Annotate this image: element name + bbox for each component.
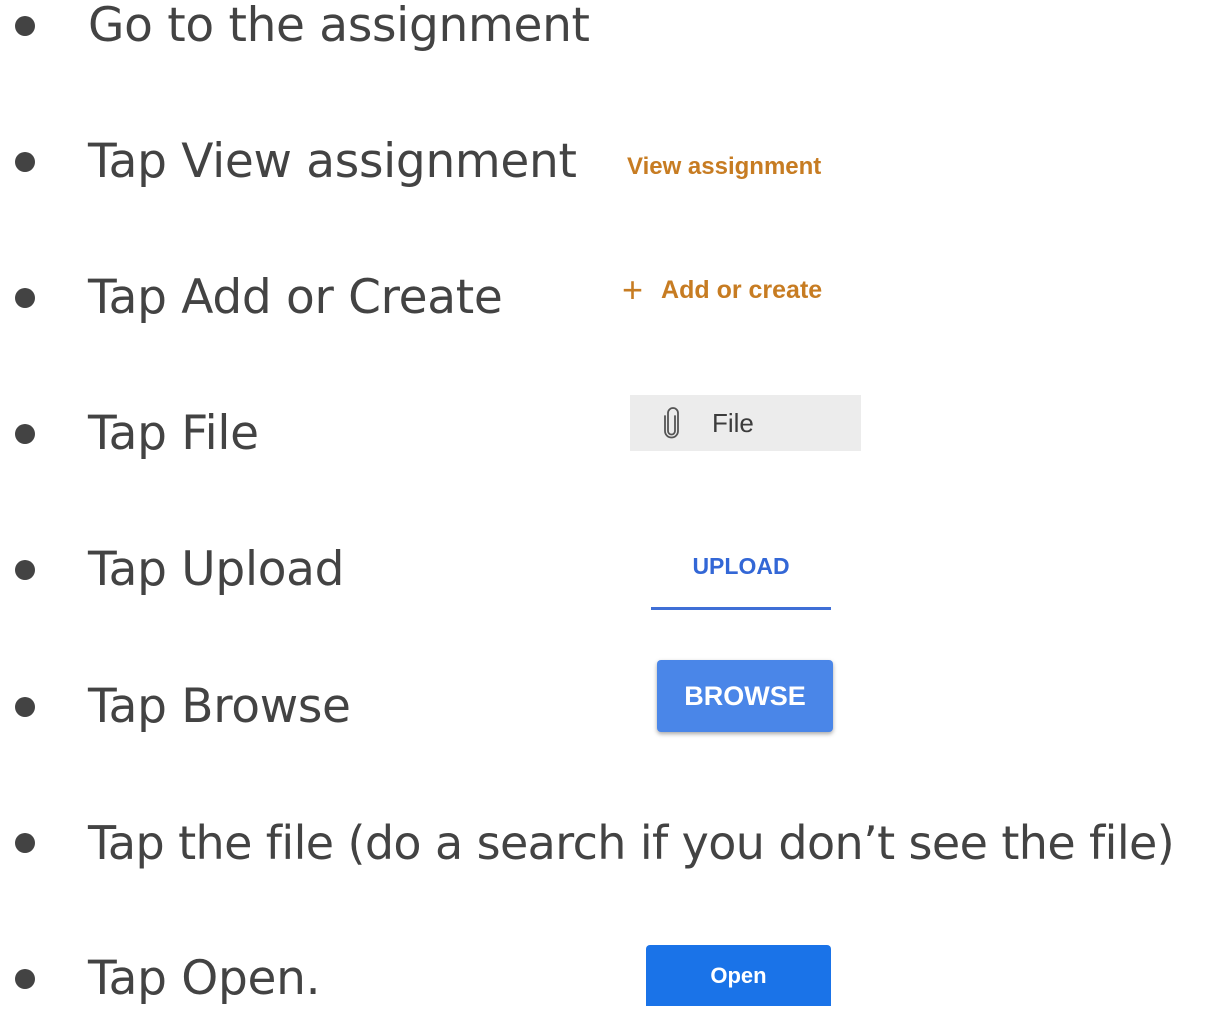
bullet <box>15 16 35 36</box>
step-text: Tap File <box>88 406 259 461</box>
step-7: Tap the file (do a search if you don’t s… <box>0 813 1215 873</box>
bullet <box>15 424 35 444</box>
view-assignment-button[interactable]: View assignment <box>627 153 821 181</box>
plus-icon: + <box>622 269 644 310</box>
bullet <box>15 560 35 580</box>
bullet <box>15 969 35 989</box>
step-text: Tap Upload <box>88 542 345 597</box>
upload-label: UPLOAD <box>692 553 790 579</box>
bullet <box>15 833 35 853</box>
upload-tab[interactable]: UPLOAD <box>651 548 831 610</box>
bullet <box>15 697 35 717</box>
bullet <box>15 288 35 308</box>
step-text: Tap Browse <box>88 679 351 734</box>
add-or-create-button[interactable]: + Add or create <box>622 269 823 310</box>
step-6: Tap Browse <box>0 677 1215 737</box>
add-or-create-label: Add or create <box>661 275 823 304</box>
step-text: Tap the file (do a search if you don’t s… <box>88 816 1175 870</box>
step-5: Tap Upload <box>0 540 1215 600</box>
step-text: Tap View assignment <box>88 134 577 189</box>
step-8: Tap Open. <box>0 949 1215 1009</box>
file-label: File <box>712 407 754 438</box>
file-menu-item[interactable]: File <box>630 395 861 451</box>
paperclip-icon <box>664 407 679 439</box>
bullet <box>15 152 35 172</box>
step-text: Go to the assignment <box>88 0 590 53</box>
step-3: Tap Add or Create <box>0 268 1215 328</box>
step-4: Tap File <box>0 404 1215 464</box>
browse-button[interactable]: BROWSE <box>657 660 833 732</box>
tab-underline <box>651 607 831 610</box>
step-text: Tap Add or Create <box>88 270 503 325</box>
step-text: Tap Open. <box>88 951 321 1006</box>
step-1: Go to the assignment <box>0 0 1215 56</box>
step-2: Tap View assignment <box>0 132 1215 192</box>
open-button[interactable]: Open <box>646 945 831 1006</box>
